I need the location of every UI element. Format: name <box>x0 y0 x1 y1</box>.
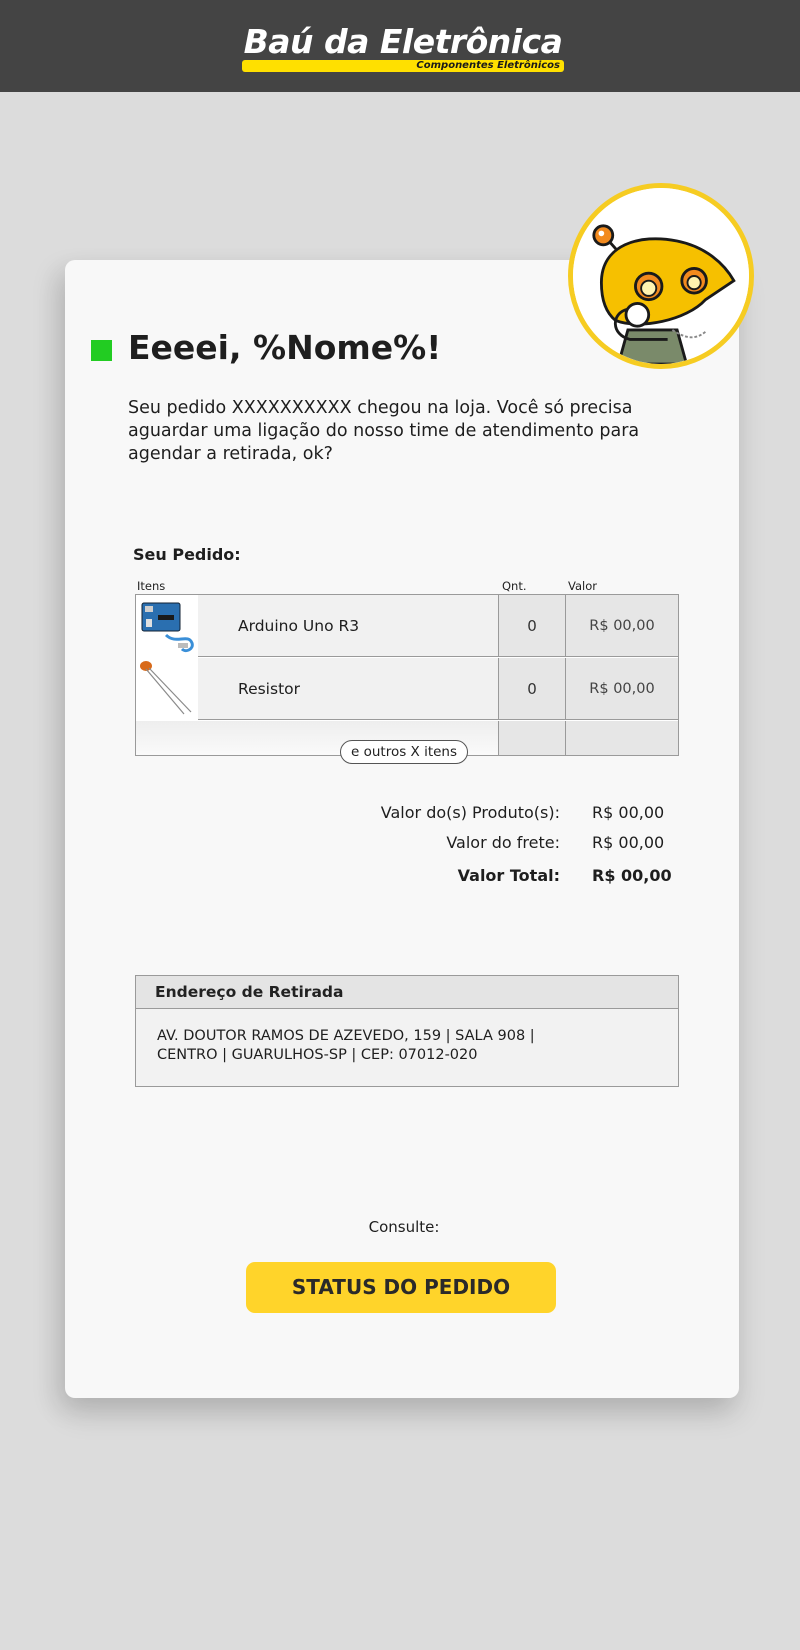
grand-total-value: R$ 00,00 <box>592 866 672 885</box>
pickup-address-title: Endereço de Retirada <box>136 976 678 1009</box>
shipping-label: Valor do frete: <box>446 833 560 852</box>
item-value: R$ 00,00 <box>565 595 678 656</box>
intro-paragraph: Seu pedido XXXXXXXXXX chegou na loja. Vo… <box>128 398 640 464</box>
item-qty: 0 <box>498 658 565 719</box>
more-items-value-cell <box>565 721 678 755</box>
brand-name: Baú da Eletrônica <box>243 22 563 61</box>
item-value: R$ 00,00 <box>565 658 678 719</box>
table-row[interactable]: Resistor 0 R$ 00,00 <box>136 658 678 720</box>
pickup-address-box: Endereço de Retirada AV. DOUTOR RAMOS DE… <box>135 975 679 1087</box>
greeting-heading: Eeeei, %Nome%! <box>128 328 442 367</box>
header-bar: Baú da Eletrônica Componentes Eletrônico… <box>0 0 800 92</box>
brand-logo[interactable]: Baú da Eletrônica Componentes Eletrônico… <box>240 22 566 76</box>
column-header-qty: Qnt. <box>502 579 527 593</box>
column-header-items: Itens <box>137 579 166 593</box>
table-row[interactable]: Arduino Uno R3 0 R$ 00,00 <box>136 595 678 657</box>
cta-prompt: Consulte: <box>368 1218 440 1236</box>
column-header-value: Valor <box>568 579 597 593</box>
robot-mascot-icon <box>568 183 754 369</box>
address-line-2: CENTRO | GUARULHOS-SP | CEP: 07012-020 <box>157 1047 478 1063</box>
item-name: Resistor <box>238 680 300 698</box>
arduino-board-icon <box>136 595 198 657</box>
products-total-value: R$ 00,00 <box>592 803 665 822</box>
address-line-1: AV. DOUTOR RAMOS DE AZEVEDO, 159 | SALA … <box>157 1028 535 1044</box>
greeting-bullet <box>91 340 112 361</box>
order-section-title: Seu Pedido: <box>133 545 241 564</box>
capacitor-icon <box>136 658 198 720</box>
item-qty: 0 <box>498 595 565 656</box>
products-total-label: Valor do(s) Produto(s): <box>380 803 560 822</box>
order-status-button[interactable]: STATUS DO PEDIDO <box>246 1262 556 1313</box>
more-items-qty-cell <box>498 721 565 755</box>
more-items-badge[interactable]: e outros X itens <box>340 740 468 764</box>
order-items-table: Arduino Uno R3 0 R$ 00,00 Resistor 0 R$ … <box>135 594 679 756</box>
shipping-value: R$ 00,00 <box>592 833 665 852</box>
grand-total-label: Valor Total: <box>457 866 560 885</box>
brand-tagline: Componentes Eletrônicos <box>416 60 560 71</box>
item-name: Arduino Uno R3 <box>238 617 360 635</box>
pickup-address-body: AV. DOUTOR RAMOS DE AZEVEDO, 159 | SALA … <box>136 1009 678 1065</box>
